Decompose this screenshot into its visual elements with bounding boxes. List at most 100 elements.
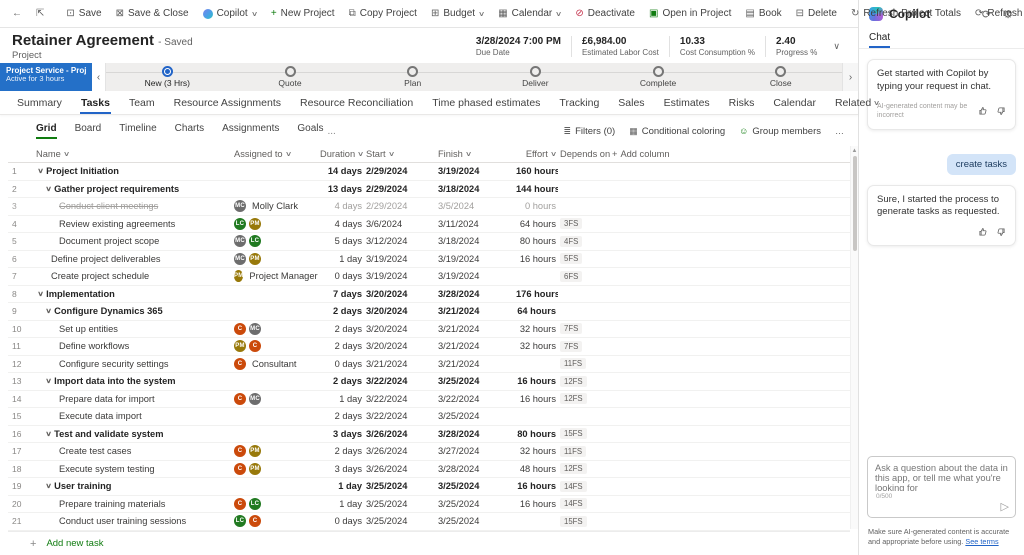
column-header-name[interactable]: Name∨: [34, 149, 232, 159]
send-icon[interactable]: ▷: [1001, 500, 1009, 513]
add-new-task-button[interactable]: + Add new task: [8, 531, 850, 555]
view-tab-board[interactable]: Board: [75, 123, 102, 139]
table-row[interactable]: 8∨Implementation7 days3/20/20243/28/2024…: [8, 286, 850, 304]
toolbar-deactivate-button[interactable]: ⊘Deactivate: [569, 5, 641, 22]
user-message-chip[interactable]: create tasks: [947, 154, 1016, 175]
toolbar-new-project-button[interactable]: +New Project: [265, 5, 341, 22]
tab-chat[interactable]: Chat: [869, 32, 890, 48]
table-row[interactable]: 14Prepare data for importCMC1 day3/22/20…: [8, 391, 850, 409]
cell-assigned-to[interactable]: CMC: [232, 393, 318, 405]
table-row[interactable]: 10Set up entitiesCMC2 days3/20/20243/21/…: [8, 321, 850, 339]
cell-name[interactable]: Conduct user training sessions: [34, 516, 232, 526]
cell-name[interactable]: Define workflows: [34, 341, 232, 351]
cell-name[interactable]: ∨Configure Dynamics 365: [34, 306, 232, 316]
thumbs-down-icon[interactable]: [996, 106, 1006, 116]
tab-summary[interactable]: Summary: [16, 93, 63, 114]
column-header-depends[interactable]: Depends on∨: [558, 149, 610, 159]
table-row[interactable]: 19∨User training1 day3/25/20243/25/20241…: [8, 478, 850, 496]
bpf-stage-deliver[interactable]: Deliver: [474, 63, 597, 91]
cell-assigned-to[interactable]: MCMolly Clark: [232, 200, 318, 212]
cell-assigned-to[interactable]: CConsultant: [232, 358, 318, 370]
view-tab-goals[interactable]: Goals: [297, 123, 323, 139]
tab-resource-reconciliation[interactable]: Resource Reconciliation: [299, 93, 414, 114]
view-tab-grid[interactable]: Grid: [36, 123, 57, 139]
thumbs-up-icon[interactable]: [978, 106, 988, 116]
cell-assigned-to[interactable]: PMC: [232, 340, 318, 352]
cell-assigned-to[interactable]: LCPM: [232, 218, 318, 230]
view-tab-timeline[interactable]: Timeline: [119, 123, 156, 139]
chevron-down-icon[interactable]: ∨: [37, 290, 44, 298]
thumbs-up-icon[interactable]: [978, 227, 988, 237]
cell-name[interactable]: Prepare training materials: [34, 499, 232, 509]
chevron-down-icon[interactable]: ∨: [45, 482, 52, 490]
grid-more-button[interactable]: …: [835, 126, 844, 136]
cell-name[interactable]: ∨Implementation: [34, 289, 232, 299]
cell-name[interactable]: Define project deliverables: [34, 254, 232, 264]
add-column-button[interactable]: + Add column: [610, 149, 850, 159]
tab-related[interactable]: Related∨: [834, 93, 880, 114]
table-row[interactable]: 16∨Test and validate system3 days3/26/20…: [8, 426, 850, 444]
toolbar-book-button[interactable]: ▤Book: [739, 5, 787, 22]
scrollbar-thumb[interactable]: [853, 156, 857, 251]
column-header-duration[interactable]: Duration∨: [318, 149, 364, 159]
toolbar-copilot-button[interactable]: Copilot∨: [197, 5, 263, 22]
chevron-down-icon[interactable]: ∨: [45, 185, 52, 193]
group-members-button[interactable]: ☺Group members: [739, 126, 821, 137]
toolbar-back-button[interactable]: ←: [6, 6, 28, 22]
toolbar-save-close-button[interactable]: ⊠Save & Close: [110, 5, 195, 22]
cell-name[interactable]: Conduct client meetings: [34, 201, 232, 211]
cell-name[interactable]: Configure security settings: [34, 359, 232, 369]
cell-name[interactable]: Create test cases: [34, 446, 232, 456]
grid-vertical-scrollbar[interactable]: ▲: [850, 146, 858, 529]
cell-name[interactable]: ∨Gather project requirements: [34, 184, 232, 194]
table-row[interactable]: 4Review existing agreementsLCPM4 days3/6…: [8, 216, 850, 234]
table-row[interactable]: 15Execute data import2 days3/22/20243/25…: [8, 408, 850, 426]
toolbar-save-button[interactable]: ⊡Save: [60, 5, 107, 22]
bpf-next-stage-icon[interactable]: ›: [842, 63, 858, 91]
table-row[interactable]: 20Prepare training materialsCLC1 day3/25…: [8, 496, 850, 514]
thumbs-down-icon[interactable]: [996, 227, 1006, 237]
table-row[interactable]: 1∨Project Initiation14 days2/29/20243/19…: [8, 163, 850, 181]
toolbar-refresh-button[interactable]: ⟳Refresh: [969, 5, 1024, 22]
toolbar-open-in-project-button[interactable]: ▣Open in Project: [643, 5, 737, 22]
bpf-stage-new[interactable]: New (3 Hrs): [106, 63, 229, 91]
bpf-stage-complete[interactable]: Complete: [597, 63, 720, 91]
toolbar-delete-button[interactable]: ⊟Delete: [790, 5, 843, 22]
cell-name[interactable]: Set up entities: [34, 324, 232, 334]
cell-name[interactable]: Execute data import: [34, 411, 232, 421]
table-row[interactable]: 3Conduct client meetingsMCMolly Clark4 d…: [8, 198, 850, 216]
tab-tracking[interactable]: Tracking: [558, 93, 600, 114]
column-header-effort[interactable]: Effort∨: [514, 149, 558, 159]
column-header-assigned[interactable]: Assigned to∨: [232, 149, 318, 159]
cell-assigned-to[interactable]: CPM: [232, 445, 318, 457]
toolbar-copy-project-button[interactable]: ⧉Copy Project: [343, 5, 423, 22]
see-terms-link[interactable]: See terms: [965, 537, 998, 546]
table-row[interactable]: 21Conduct user training sessionsLCC0 day…: [8, 513, 850, 531]
tab-calendar[interactable]: Calendar: [772, 93, 817, 114]
header-stats-chevron-icon[interactable]: ∨: [827, 41, 846, 52]
cell-assigned-to[interactable]: MCPM: [232, 253, 318, 265]
table-row[interactable]: 6Define project deliverablesMCPM1 day3/1…: [8, 251, 850, 269]
conditional-coloring-button[interactable]: ▦Conditional coloring: [629, 126, 725, 137]
bpf-collapse-chevron-icon[interactable]: ‹: [92, 63, 106, 91]
cell-assigned-to[interactable]: CPM: [232, 463, 318, 475]
cell-name[interactable]: ∨User training: [34, 481, 232, 491]
tab-resource-assignments[interactable]: Resource Assignments: [173, 93, 282, 114]
bpf-stage-close[interactable]: Close: [719, 63, 842, 91]
tab-tasks[interactable]: Tasks: [80, 93, 111, 114]
view-tabs-overflow[interactable]: ...: [328, 126, 336, 137]
cell-name[interactable]: Create project schedule: [34, 271, 232, 281]
tab-estimates[interactable]: Estimates: [663, 93, 711, 114]
cell-name[interactable]: ∨Import data into the system: [34, 376, 232, 386]
filters-button[interactable]: ≣Filters (0): [564, 126, 616, 137]
table-row[interactable]: 9∨Configure Dynamics 3652 days3/20/20243…: [8, 303, 850, 321]
table-row[interactable]: 7Create project schedulePMProject Manage…: [8, 268, 850, 286]
cell-name[interactable]: Document project scope: [34, 236, 232, 246]
cell-assigned-to[interactable]: PMProject Manager: [232, 270, 318, 282]
cell-name[interactable]: Prepare data for import: [34, 394, 232, 404]
table-row[interactable]: 18Execute system testingCPM3 days3/26/20…: [8, 461, 850, 479]
cell-assigned-to[interactable]: CLC: [232, 498, 318, 510]
table-row[interactable]: 17Create test casesCPM2 days3/26/20243/2…: [8, 443, 850, 461]
cell-name[interactable]: Execute system testing: [34, 464, 232, 474]
cell-assigned-to[interactable]: LCC: [232, 515, 318, 527]
